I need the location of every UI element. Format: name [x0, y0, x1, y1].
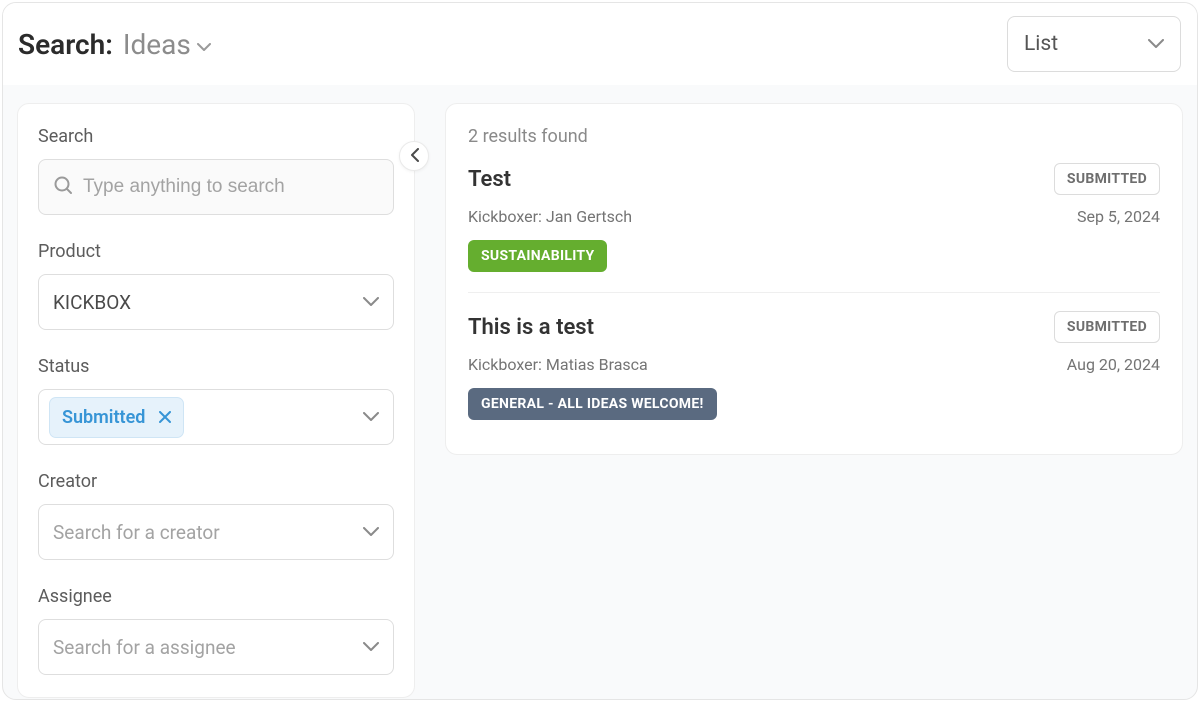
search-input-wrap[interactable] [38, 159, 394, 215]
filter-creator-group: Creator Search for a creator [38, 471, 394, 560]
result-kickboxer: Kickboxer: Matias Brasca [468, 355, 648, 374]
filter-status-group: Status Submitted [38, 356, 394, 445]
result-title-row: This is a test SUBMITTED [468, 311, 1160, 343]
result-title: This is a test [468, 315, 594, 340]
search-input[interactable] [83, 176, 379, 198]
content-area: Search Product KICKBOX Stat [3, 85, 1197, 698]
chevron-left-icon [410, 147, 419, 166]
creator-placeholder: Search for a creator [53, 521, 220, 544]
result-date: Aug 20, 2024 [1067, 355, 1160, 374]
product-select-value: KICKBOX [53, 291, 131, 314]
filter-assignee-group: Assignee Search for a assignee [38, 586, 394, 675]
results-panel: 2 results found Test SUBMITTED Kickboxer… [445, 103, 1183, 455]
sidebar-collapse-button[interactable] [399, 141, 429, 171]
view-mode-select[interactable]: List [1007, 16, 1181, 72]
filter-sidebar: Search Product KICKBOX Stat [17, 103, 415, 698]
chevron-down-icon [363, 527, 379, 537]
view-mode-label: List [1024, 32, 1058, 56]
status-chip: Submitted [49, 397, 184, 438]
status-badge: SUBMITTED [1054, 311, 1160, 343]
result-date: Sep 5, 2024 [1077, 207, 1160, 226]
result-item[interactable]: This is a test SUBMITTED Kickboxer: Mati… [468, 293, 1160, 428]
result-kickboxer: Kickboxer: Jan Gertsch [468, 207, 632, 226]
chevron-down-icon [197, 43, 211, 52]
status-badge: SUBMITTED [1054, 163, 1160, 195]
assignee-select[interactable]: Search for a assignee [38, 619, 394, 675]
chevron-down-icon [363, 412, 379, 422]
page-title-wrap: Search: Ideas [18, 28, 211, 61]
result-meta-row: Kickboxer: Jan Gertsch Sep 5, 2024 [468, 207, 1160, 226]
result-tag[interactable]: SUSTAINABILITY [468, 240, 607, 272]
page-subtitle-text: Ideas [123, 28, 191, 61]
creator-select[interactable]: Search for a creator [38, 504, 394, 560]
result-title: Test [468, 167, 511, 192]
chevron-down-icon [363, 642, 379, 652]
filter-search-group: Search [38, 126, 394, 215]
filter-search-label: Search [38, 126, 394, 147]
page-header: Search: Ideas List [3, 3, 1197, 85]
chip-remove-icon[interactable] [157, 406, 173, 429]
page-title: Search: [18, 28, 113, 61]
filter-assignee-label: Assignee [38, 586, 394, 607]
results-count: 2 results found [468, 126, 1160, 147]
assignee-placeholder: Search for a assignee [53, 636, 236, 659]
app-frame: Search: Ideas List Search [2, 2, 1198, 700]
chevron-down-icon [363, 297, 379, 307]
chevron-down-icon [1148, 39, 1164, 49]
filter-creator-label: Creator [38, 471, 394, 492]
filter-product-group: Product KICKBOX [38, 241, 394, 330]
filter-status-label: Status [38, 356, 394, 377]
result-item[interactable]: Test SUBMITTED Kickboxer: Jan Gertsch Se… [468, 161, 1160, 293]
result-title-row: Test SUBMITTED [468, 163, 1160, 195]
result-tag[interactable]: GENERAL - ALL IDEAS WELCOME! [468, 388, 717, 420]
status-select[interactable]: Submitted [38, 389, 394, 445]
result-meta-row: Kickboxer: Matias Brasca Aug 20, 2024 [468, 355, 1160, 374]
product-select[interactable]: KICKBOX [38, 274, 394, 330]
search-icon [53, 175, 73, 200]
page-subtitle-dropdown[interactable]: Ideas [123, 28, 211, 61]
status-chip-label: Submitted [62, 407, 145, 428]
filter-product-label: Product [38, 241, 394, 262]
